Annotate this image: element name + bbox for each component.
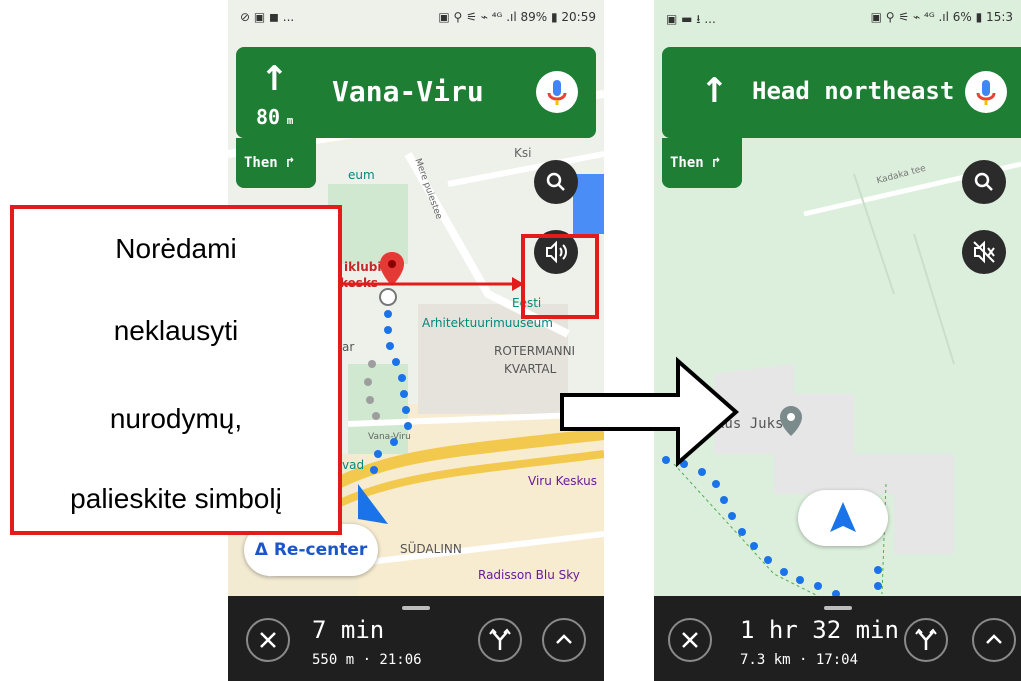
callout-line-4: palieskite simbolį (70, 483, 282, 514)
callout-line-1: Norėdami (115, 233, 237, 264)
callout-line-3: nurodymų, (109, 403, 243, 434)
instruction-callout: Norėdami neklausyti nurodymų, palieskite… (10, 205, 342, 535)
callout-line-2: neklausyti (113, 315, 239, 346)
